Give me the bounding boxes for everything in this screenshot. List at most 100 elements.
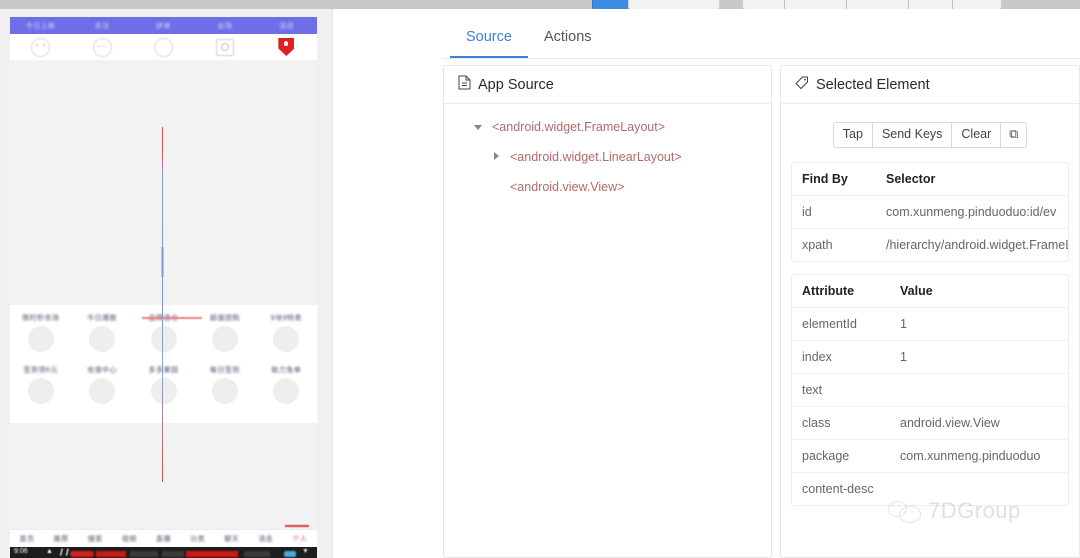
app-tab[interactable]: 首页 <box>10 534 44 544</box>
app-tab-selected[interactable]: 个人 <box>283 534 317 544</box>
table-row: elementId 1 <box>792 307 1068 341</box>
toolbar-separator <box>846 0 847 9</box>
category-image-placeholder <box>211 326 238 352</box>
category-item[interactable]: 签到领6元 <box>10 365 71 417</box>
app-topbar-label: 今日上新 <box>25 22 56 30</box>
attribute-value-index: 1 <box>890 340 1068 374</box>
category-label: 签到领6元 <box>23 367 58 374</box>
app-source-tree[interactable]: <android.widget.FrameLayout> <android.wi… <box>444 104 771 202</box>
category-image-placeholder <box>273 326 300 352</box>
app-topbar-label: 会场 <box>217 22 233 30</box>
attribute-name-package: package <box>792 439 890 473</box>
app-topbar-item[interactable]: 活动 <box>256 17 317 34</box>
category-image-placeholder <box>150 378 177 404</box>
tree-node-label: <android.view.View> <box>510 180 625 194</box>
app-icon-cell[interactable] <box>256 34 317 60</box>
table-row: class android.view.View <box>792 406 1068 440</box>
send-keys-button[interactable]: Send Keys <box>871 122 952 148</box>
status-bar-glyph: ▼ <box>302 548 309 555</box>
app-tab[interactable]: 视频 <box>112 534 146 544</box>
table-row[interactable]: xpath /hierarchy/android.widget.FrameLay… <box>792 229 1068 262</box>
app-icon-cell[interactable] <box>10 34 71 60</box>
tree-node-label: <android.widget.LinearLayout> <box>510 150 682 164</box>
app-tab-label: 消息 <box>258 536 274 543</box>
tree-node-label: <android.widget.FrameLayout> <box>492 120 666 134</box>
attribute-value-text <box>890 373 1068 407</box>
category-item[interactable]: 充值中心 <box>71 365 132 417</box>
category-label: 充值中心 <box>87 367 118 374</box>
category-label: 超值团购 <box>209 315 240 322</box>
attribute-value-class: android.view.View <box>890 406 1068 440</box>
category-item[interactable]: 每日签到 <box>194 365 255 417</box>
app-topbar-item[interactable]: 拼单 <box>133 17 194 34</box>
attribute-header-attribute: Attribute <box>792 275 890 308</box>
category-item[interactable]: 助力免单 <box>256 365 317 417</box>
category-image-placeholder <box>150 326 177 352</box>
inspector-tabs: Source Actions <box>442 15 1080 59</box>
app-tab[interactable]: 聊天 <box>215 534 249 544</box>
category-grid-row: 签到领6元 充值中心 多多果园 每日签到 助力免单 <box>10 365 317 417</box>
table-row[interactable]: id com.xunmeng.pinduoduo:id/ev <box>792 195 1068 229</box>
tree-node-framelayout[interactable]: <android.widget.FrameLayout> <box>444 112 771 142</box>
app-tab-label: 推荐 <box>53 536 69 543</box>
device-screenshot-image[interactable]: 今日上新 关注 拼单 会场 活动 限时秒杀场 今日爆款 超值团购 9块9特卖 签… <box>10 17 317 558</box>
tab-source[interactable]: Source <box>450 15 528 58</box>
app-tab-label: 首页 <box>19 536 35 543</box>
category-label: 多多果园 <box>148 367 179 374</box>
app-tab-label: 聊天 <box>224 536 240 543</box>
category-item[interactable]: 今日爆款 <box>71 313 132 365</box>
category-item[interactable]: 品牌清仓 <box>133 313 194 365</box>
app-tab[interactable]: 搜索 <box>78 534 112 544</box>
device-screenshot-pane[interactable]: 今日上新 关注 拼单 会场 活动 限时秒杀场 今日爆款 超值团购 9块9特卖 签… <box>0 9 332 558</box>
clear-button[interactable]: Clear <box>951 122 1001 148</box>
inspector-panels: App Source <android.widget.FrameLayout> … <box>442 65 1080 558</box>
tree-node-linearlayout[interactable]: <android.widget.LinearLayout> <box>444 142 771 172</box>
app-tab[interactable]: 分类 <box>181 534 215 544</box>
pane-divider <box>332 9 443 558</box>
app-tab[interactable]: 直播 <box>146 534 180 544</box>
chevron-right-icon[interactable] <box>492 152 502 162</box>
category-item[interactable]: 9块9特卖 <box>256 313 317 365</box>
file-icon <box>458 75 471 94</box>
app-tab[interactable]: 推荐 <box>44 534 78 544</box>
table-row: package com.xunmeng.pinduoduo <box>792 439 1068 473</box>
app-tab-label: 搜索 <box>87 536 103 543</box>
table-row: content-desc <box>792 473 1068 506</box>
status-bar-indicator <box>186 551 238 557</box>
status-bar-glyph: ▲ <box>46 548 53 555</box>
app-lower-blank-area <box>10 423 317 529</box>
copy-icon-button[interactable]: ⧉ <box>1000 122 1028 148</box>
category-label: 9块9特卖 <box>270 315 302 322</box>
tab-actions[interactable]: Actions <box>528 15 608 58</box>
app-status-bar: 9:06 ▲ ❙❙ ▼ <box>10 547 317 558</box>
attribute-name-content-desc: content-desc <box>802 482 874 496</box>
tap-button[interactable]: Tap <box>832 122 872 148</box>
category-item[interactable]: 限时秒杀场 <box>10 313 71 365</box>
app-topbar-label: 活动 <box>278 22 294 30</box>
category-item[interactable]: 超值团购 <box>194 313 255 365</box>
app-icon-cell[interactable] <box>71 34 132 60</box>
app-top-navigation: 今日上新 关注 拼单 会场 活动 <box>10 17 317 34</box>
inspector-pane: Source Actions App Source <android.widge <box>442 9 1080 558</box>
app-icon-cell[interactable] <box>133 34 194 60</box>
chevron-down-icon[interactable] <box>474 122 484 132</box>
category-image-placeholder <box>89 378 116 404</box>
attribute-value-content-desc <box>890 473 1068 506</box>
app-topbar-item[interactable]: 今日上新 <box>10 17 71 34</box>
category-item[interactable]: 多多果园 <box>133 365 194 417</box>
status-bar-indicator <box>70 551 94 557</box>
app-category-grid: 限时秒杀场 今日爆款 品牌清仓 超值团购 9块9特卖 签到领6元 充值中心 多多… <box>10 305 317 423</box>
app-topbar-item[interactable]: 关注 <box>71 17 132 34</box>
attribute-name-text: text <box>792 373 890 407</box>
tree-node-view[interactable]: <android.view.View> <box>444 172 771 202</box>
category-label: 每日签到 <box>209 367 240 374</box>
app-icon-cell[interactable] <box>194 34 255 60</box>
status-bar-indicator <box>130 551 158 557</box>
selector-value-xpath: /hierarchy/android.widget.FrameLayout/an <box>886 238 1068 252</box>
attribute-name-class: class <box>792 406 890 440</box>
category-label: 助力免单 <box>271 367 302 374</box>
app-tab[interactable]: 消息 <box>249 534 283 544</box>
app-topbar-item[interactable]: 会场 <box>194 17 255 34</box>
category-label: 限时秒杀场 <box>21 315 60 322</box>
category-image-placeholder <box>27 326 54 352</box>
